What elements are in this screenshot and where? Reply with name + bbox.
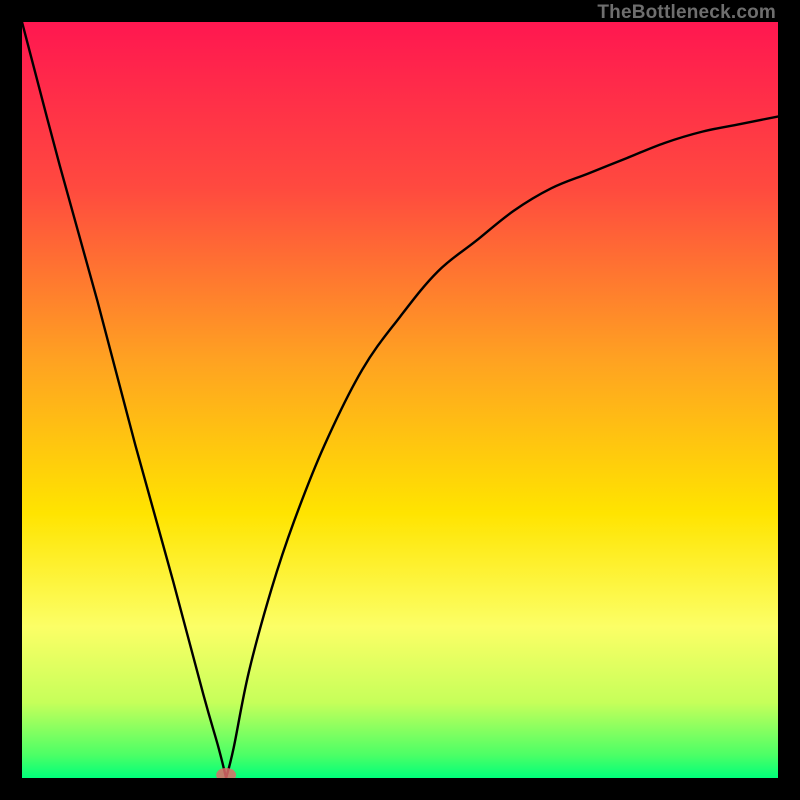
bottleneck-chart bbox=[22, 22, 778, 778]
watermark-label: TheBottleneck.com bbox=[597, 2, 776, 24]
gradient-background bbox=[22, 22, 778, 778]
chart-frame bbox=[22, 22, 778, 778]
